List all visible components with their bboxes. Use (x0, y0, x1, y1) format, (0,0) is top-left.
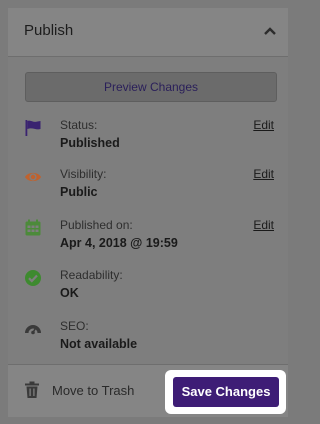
published-on-label: Published on: (60, 218, 133, 232)
check-circle-icon (25, 270, 41, 286)
readability-label: Readability: (60, 268, 123, 282)
panel-header[interactable]: Publish (8, 8, 288, 57)
chevron-up-icon[interactable] (264, 26, 276, 36)
edit-visibility-link[interactable]: Edit (253, 167, 274, 181)
trash-icon (25, 381, 39, 398)
move-to-trash-label: Move to Trash (52, 383, 135, 398)
panel-footer: Move to Trash Save Changes (8, 364, 288, 417)
eye-icon (25, 172, 41, 182)
readability-value: OK (60, 286, 79, 300)
save-changes-button[interactable]: Save Changes (173, 377, 279, 407)
seo-value: Not available (60, 337, 138, 351)
status-label: Status: (60, 118, 98, 132)
visibility-value: Public (60, 185, 98, 199)
edit-published-on-link[interactable]: Edit (253, 218, 274, 232)
panel-title: Publish (24, 22, 74, 39)
calendar-icon (25, 219, 41, 236)
status-value: Published (60, 136, 120, 150)
seo-label: SEO: (60, 319, 89, 333)
visibility-label: Visibility: (60, 167, 107, 181)
edit-status-link[interactable]: Edit (253, 118, 274, 132)
publish-panel: Publish Preview Changes Status: Publishe… (8, 8, 288, 417)
published-on-value: Apr 4, 2018 @ 19:59 (60, 236, 178, 250)
save-button-highlight: Save Changes (165, 370, 286, 414)
gauge-icon (25, 325, 41, 335)
preview-changes-button[interactable]: Preview Changes (25, 72, 277, 102)
flag-icon (25, 120, 41, 136)
